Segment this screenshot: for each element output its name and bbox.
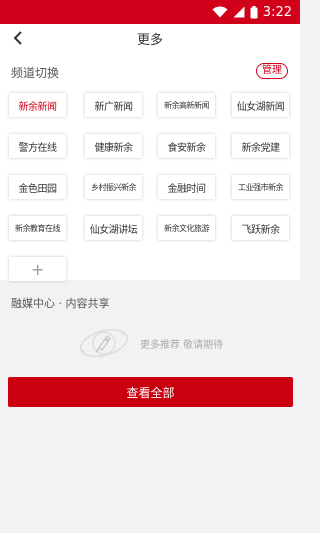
wifi-icon — [212, 6, 228, 18]
channel-chip[interactable]: 健康新余 — [85, 134, 142, 158]
panel-title: 频道切换 — [11, 66, 60, 80]
status-icons: 3:22 — [212, 3, 292, 21]
status-bar: 3:22 — [0, 0, 300, 24]
channel-chip[interactable]: 新广新闻 — [85, 93, 142, 117]
page-title: 更多 — [136, 33, 163, 48]
channel-chip[interactable]: 新余文化旅游 — [158, 216, 215, 240]
view-all-button[interactable]: 查看全部 — [8, 377, 293, 407]
channel-chip[interactable]: 飞跃新余 — [232, 216, 289, 240]
channel-chip[interactable]: 仙女湖新闻 — [232, 93, 289, 117]
channel-chip[interactable]: 工业强市新余 — [232, 175, 289, 199]
channel-panel: 频道切换 管理 新余新闻 新广新闻 新余高新新闻 仙女湖新闻 警方在线 健康新余… — [0, 52, 300, 281]
channel-chip[interactable]: 新余党建 — [232, 134, 289, 158]
channel-chip[interactable]: 乡村振兴新余 — [85, 175, 142, 199]
manage-button[interactable]: 管理 — [256, 63, 288, 79]
panel-header: 频道切换 管理 — [0, 62, 300, 82]
empty-state-text: 更多推荐 敬请期待 — [140, 340, 224, 351]
channel-chip[interactable]: 食安新余 — [158, 134, 215, 158]
channel-chip[interactable]: 仙女湖讲坛 — [85, 216, 142, 240]
add-channel-button[interactable]: + — [9, 257, 66, 281]
channel-chip[interactable]: 新余新闻 — [9, 93, 66, 117]
share-title: 融媒中心 · 内容共享 — [11, 297, 110, 310]
battery-icon — [250, 5, 258, 18]
channel-chip[interactable]: 新余高新新闻 — [158, 93, 215, 117]
channel-chip[interactable]: 新余教育在线 — [9, 216, 66, 240]
rocket-icon — [79, 329, 129, 357]
signal-icon — [233, 6, 245, 18]
channel-chip[interactable]: 金融时间 — [158, 175, 215, 199]
channel-chip[interactable]: 警方在线 — [9, 134, 66, 158]
channel-chip[interactable]: 金色田园 — [9, 175, 66, 199]
title-bar: 更多 — [0, 24, 300, 52]
status-time: 3:22 — [262, 4, 292, 20]
